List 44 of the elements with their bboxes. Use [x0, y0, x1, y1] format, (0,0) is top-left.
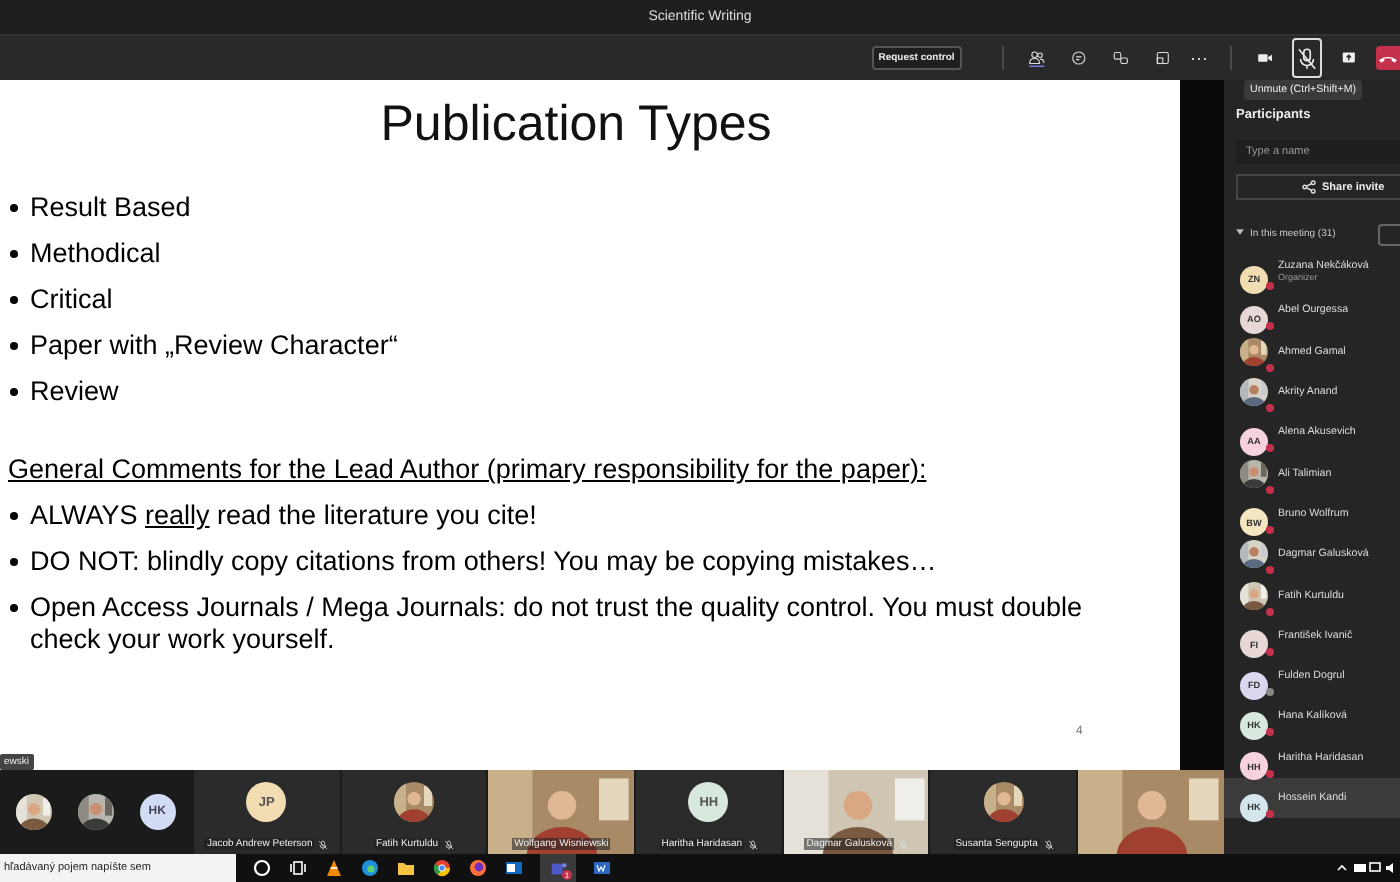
bullet-text: ALWAYS really read the literature you cite! — [30, 500, 537, 532]
mute-all-button[interactable] — [1378, 223, 1400, 245]
tray-icons-drawing[interactable] — [1336, 858, 1396, 878]
slide-title: Publication Types — [378, 96, 774, 156]
mic-off-icon — [897, 839, 908, 849]
bullet-icon — [10, 388, 18, 396]
bullet-text: Open Access Journals / Mega Journals: do not trust the quality control. You must double check your work yourself. — [30, 592, 1085, 656]
teams-icon — [549, 859, 567, 877]
bullet-text: Critical — [30, 284, 113, 316]
bullet-text: DO NOT: blindly copy citations from others! You may be copying mistakes… — [30, 546, 937, 578]
mic-off-icon — [1294, 45, 1321, 71]
caret-icon — [1236, 228, 1244, 236]
hang-up-button[interactable] — [1376, 46, 1400, 70]
rooms-icon[interactable] — [1111, 46, 1130, 70]
mic-off-icon — [748, 839, 759, 849]
document-icon[interactable] — [592, 858, 612, 878]
browser-icon[interactable] — [432, 858, 452, 878]
screen-icon[interactable] — [1153, 46, 1171, 70]
mic-off-icon — [318, 839, 329, 849]
bullet-text: Paper with „Review Character“ — [30, 330, 398, 362]
bullet-text: Review — [30, 376, 119, 408]
task-view-icon[interactable] — [288, 858, 308, 878]
bullet-icon — [10, 512, 18, 520]
bullet-icon — [10, 204, 18, 212]
bullet-text: Methodical — [30, 238, 161, 270]
bullet-icon — [10, 250, 18, 258]
mic-off-icon — [1043, 839, 1054, 849]
people-icon[interactable] — [1028, 46, 1047, 70]
folder-icon[interactable] — [396, 858, 416, 878]
browser-icon[interactable] — [468, 858, 488, 878]
slide-heading: General Comments for the Lead Author (primary responsibility for the paper): — [8, 454, 929, 486]
cortana-icon[interactable] — [252, 858, 272, 878]
browser-icon[interactable] — [360, 858, 380, 878]
cone-icon[interactable] — [324, 858, 344, 878]
mic-off-button[interactable] — [1292, 38, 1323, 78]
bullet-icon — [10, 558, 18, 566]
mic-off-icon — [444, 839, 455, 849]
bullet-icon — [10, 604, 18, 612]
bullet-icon — [10, 296, 18, 304]
chat-icon[interactable] — [1070, 46, 1088, 70]
bullet-text: Result Based — [30, 192, 191, 224]
more-button[interactable]: ⋯ — [1188, 48, 1210, 68]
bullet-icon — [10, 342, 18, 350]
share-icon — [1302, 180, 1316, 194]
